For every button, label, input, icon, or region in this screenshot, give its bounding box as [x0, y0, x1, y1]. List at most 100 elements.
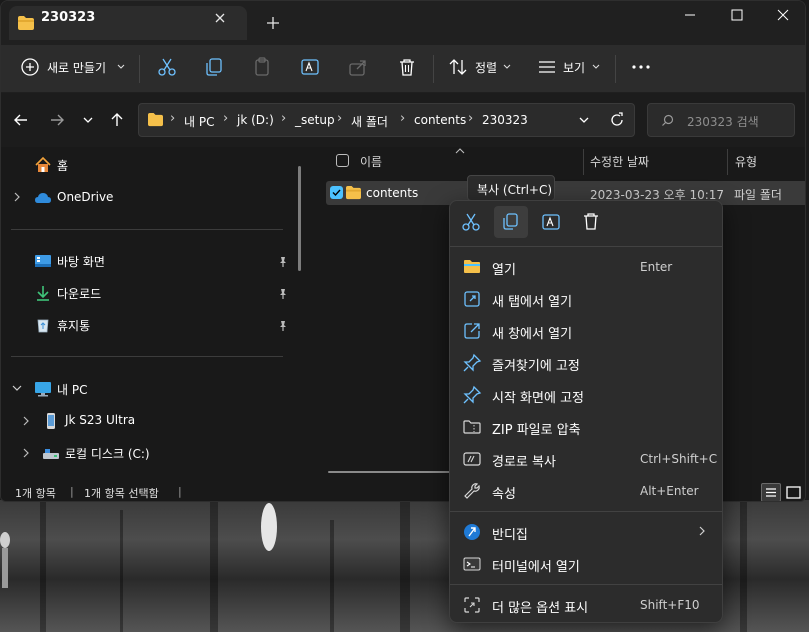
menu-item-pin-start[interactable]: 시작 화면에 고정: [492, 387, 584, 406]
minimize-icon[interactable]: [667, 1, 713, 29]
delete-icon: [584, 213, 598, 230]
menu-item-copy-path[interactable]: 경로로 복사: [492, 451, 556, 470]
breadcrumb-item[interactable]: 내 PC: [184, 113, 214, 130]
search-icon: [662, 114, 674, 126]
local-disk-icon: [43, 449, 59, 459]
column-header-name[interactable]: 이름: [360, 153, 382, 170]
menu-item-properties[interactable]: 속성: [492, 483, 516, 502]
copy-path-icon: [463, 452, 481, 466]
sidebar-scrollbar-thumb[interactable]: [298, 166, 301, 271]
sidebar-item-local-disk-c[interactable]: 로컬 디스크 (C:): [65, 445, 150, 462]
new-button-label[interactable]: 새로 만들기: [47, 59, 106, 76]
file-name[interactable]: contents: [366, 186, 418, 200]
menu-copy-button[interactable]: [494, 206, 528, 238]
paste-icon[interactable]: [251, 56, 273, 78]
new-tab-icon[interactable]: [263, 13, 283, 33]
sidebar-item-recycle-bin[interactable]: 휴지통: [57, 317, 90, 334]
share-icon[interactable]: [347, 56, 369, 78]
chevron-right-icon: [699, 526, 705, 536]
search-placeholder: 230323 검색: [687, 115, 759, 129]
wallpaper-leaf-shape: [261, 503, 277, 551]
chevron-right-icon[interactable]: [21, 447, 31, 459]
back-arrow-icon[interactable]: [12, 111, 30, 129]
up-arrow-icon[interactable]: [108, 111, 126, 129]
phone-icon: [47, 413, 55, 429]
tiles-view-toggle[interactable]: [784, 483, 803, 501]
menu-item-show-more-options[interactable]: 더 많은 옵션 표시: [492, 597, 588, 616]
sidebar-divider: [11, 229, 283, 230]
folder-icon: [346, 185, 361, 200]
sidebar-item-this-pc[interactable]: 내 PC: [57, 381, 87, 398]
breadcrumb-item[interactable]: 새 폴더: [351, 113, 388, 130]
rename-icon: [542, 214, 560, 230]
sidebar-item-home[interactable]: 홈: [57, 157, 68, 174]
menu-rename-button[interactable]: [534, 206, 568, 238]
menu-item-open-terminal[interactable]: 터미널에서 열기: [492, 556, 580, 575]
breadcrumb-separator: ›: [223, 111, 229, 126]
delete-icon[interactable]: [396, 56, 418, 78]
menu-item-open-new-tab[interactable]: 새 탭에서 열기: [492, 291, 572, 310]
column-header-type[interactable]: 유형: [735, 153, 757, 170]
pin-icon[interactable]: [277, 320, 289, 332]
select-all-checkbox[interactable]: [336, 154, 349, 167]
desktop-icon: [35, 255, 51, 267]
breadcrumb-item[interactable]: jk (D:): [237, 113, 274, 127]
column-divider[interactable]: [583, 149, 584, 175]
breadcrumb-item[interactable]: _setup: [295, 113, 335, 127]
onedrive-cloud-icon: [35, 193, 51, 203]
sidebar-item-desktop[interactable]: 바탕 화면: [57, 253, 105, 270]
folder-icon: [18, 16, 34, 30]
close-window-icon[interactable]: [759, 1, 805, 29]
recent-locations-chevron-icon[interactable]: [81, 113, 95, 127]
menu-delete-button[interactable]: [574, 206, 608, 238]
forward-arrow-icon[interactable]: [48, 111, 66, 129]
more-options-icon[interactable]: [630, 56, 652, 78]
cut-icon[interactable]: [156, 56, 178, 78]
maximize-icon[interactable]: [713, 1, 759, 29]
menu-item-open[interactable]: 열기: [492, 259, 516, 278]
download-icon: [37, 286, 49, 301]
close-tab-icon[interactable]: [211, 9, 229, 27]
view-button-label[interactable]: 보기: [563, 59, 585, 76]
breadcrumb-separator: ›: [400, 111, 406, 126]
sidebar-item-onedrive[interactable]: OneDrive: [57, 190, 113, 204]
menu-item-pin-quick-access[interactable]: 즐겨찾기에 고정: [492, 355, 580, 374]
toolbar-divider: [139, 55, 140, 83]
breadcrumb-item[interactable]: contents: [414, 113, 466, 127]
item-count: 1개 항목: [15, 487, 56, 500]
bandizip-icon: [464, 524, 480, 540]
chevron-down-icon[interactable]: [11, 383, 23, 393]
sort-button-label[interactable]: 정렬: [475, 59, 497, 76]
menu-item-open-new-window[interactable]: 새 창에서 열기: [492, 323, 572, 342]
breadcrumb-separator: ›: [281, 111, 287, 126]
column-divider[interactable]: [727, 149, 728, 175]
sort-icon[interactable]: [447, 56, 469, 78]
details-view-toggle[interactable]: [761, 483, 781, 501]
new-plus-icon[interactable]: [19, 56, 41, 78]
chevron-right-icon[interactable]: [21, 415, 31, 427]
chevron-right-icon[interactable]: [12, 191, 22, 203]
menu-item-compress-zip[interactable]: ZIP 파일로 압축: [492, 419, 581, 438]
breadcrumb-item[interactable]: 230323: [482, 113, 528, 127]
row-checkbox[interactable]: [330, 186, 343, 199]
sidebar-item-phone[interactable]: Jk S23 Ultra: [65, 413, 135, 427]
sidebar-divider: [11, 356, 283, 357]
horizontal-scrollbar-thumb[interactable]: [328, 471, 451, 473]
refresh-icon[interactable]: [608, 111, 626, 129]
menu-item-bandizip[interactable]: 반디집: [492, 524, 528, 543]
wallpaper-figure-shape: [0, 532, 10, 588]
menu-divider: [450, 511, 722, 512]
pin-icon[interactable]: [277, 256, 289, 268]
toolbar-divider: [615, 55, 616, 83]
breadcrumb-separator: ›: [337, 111, 343, 126]
column-header-modified[interactable]: 수정한 날짜: [590, 153, 649, 170]
chevron-down-icon: [117, 64, 125, 69]
view-icon[interactable]: [536, 56, 558, 78]
copy-icon[interactable]: [203, 56, 225, 78]
sidebar-item-downloads[interactable]: 다운로드: [57, 285, 101, 302]
recycle-bin-icon: [37, 319, 49, 333]
rename-icon[interactable]: [299, 56, 321, 78]
pin-icon[interactable]: [277, 288, 289, 300]
address-history-chevron-icon[interactable]: [577, 113, 591, 127]
menu-cut-button[interactable]: [454, 206, 488, 238]
